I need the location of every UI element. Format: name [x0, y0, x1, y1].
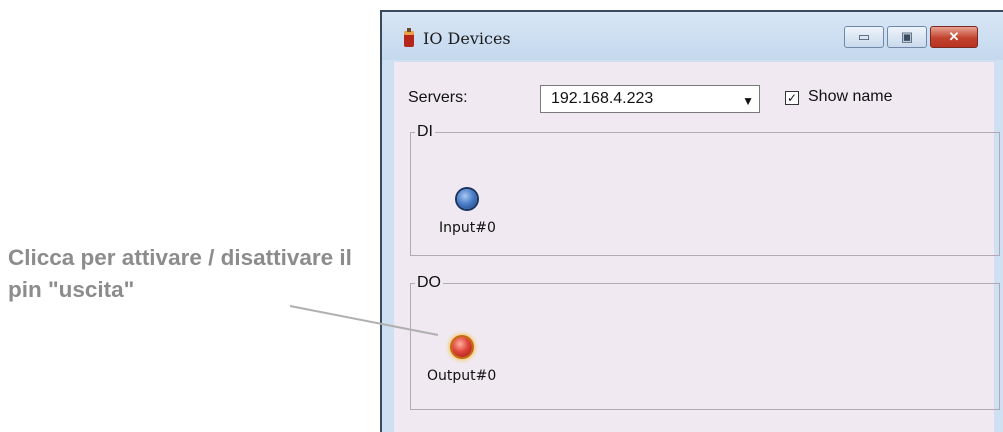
app-icon [404, 28, 414, 47]
show-name-checkbox[interactable]: ✓ [785, 91, 799, 105]
output-device[interactable]: Output#0 [427, 337, 496, 384]
show-name-label[interactable]: Show name [808, 88, 893, 106]
io-devices-window: IO Devices ▭ ▣ ✕ Servers: 192.168.4.223 … [380, 10, 1003, 432]
chevron-down-icon[interactable]: ▼ [742, 94, 754, 108]
input-device[interactable]: Input#0 [439, 189, 496, 236]
annotation-callout: Clicca per attivare / disattivare il pin… [8, 242, 352, 306]
di-legend: DI [417, 123, 433, 140]
title-bar[interactable]: IO Devices ▭ ▣ ✕ [382, 12, 1003, 60]
window-title: IO Devices [423, 29, 511, 48]
do-legend: DO [417, 274, 441, 291]
checkmark-icon: ✓ [786, 91, 798, 105]
minimize-button[interactable]: ▭ [844, 26, 884, 48]
input-label: Input#0 [439, 220, 496, 236]
minimize-icon: ▭ [857, 29, 871, 44]
servers-selected-value: 192.168.4.223 [551, 90, 654, 107]
di-group: DI Input#0 [410, 123, 1000, 256]
led-on-icon[interactable] [451, 337, 472, 357]
maximize-button[interactable]: ▣ [887, 26, 927, 48]
servers-dropdown[interactable]: 192.168.4.223 ▼ [540, 85, 760, 113]
output-label: Output#0 [427, 368, 497, 384]
annotation-line-2: pin "uscita" [8, 277, 135, 302]
maximize-icon: ▣ [900, 29, 914, 44]
window-client-area: Servers: 192.168.4.223 ▼ ✓ Show name DI … [394, 62, 1000, 432]
servers-label: Servers: [408, 89, 468, 106]
close-icon: ✕ [948, 29, 960, 44]
do-group: DO Output#0 [410, 274, 1000, 410]
close-button[interactable]: ✕ [930, 26, 978, 48]
annotation-line-1: Clicca per attivare / disattivare il [8, 245, 352, 270]
led-off-icon[interactable] [457, 189, 478, 209]
